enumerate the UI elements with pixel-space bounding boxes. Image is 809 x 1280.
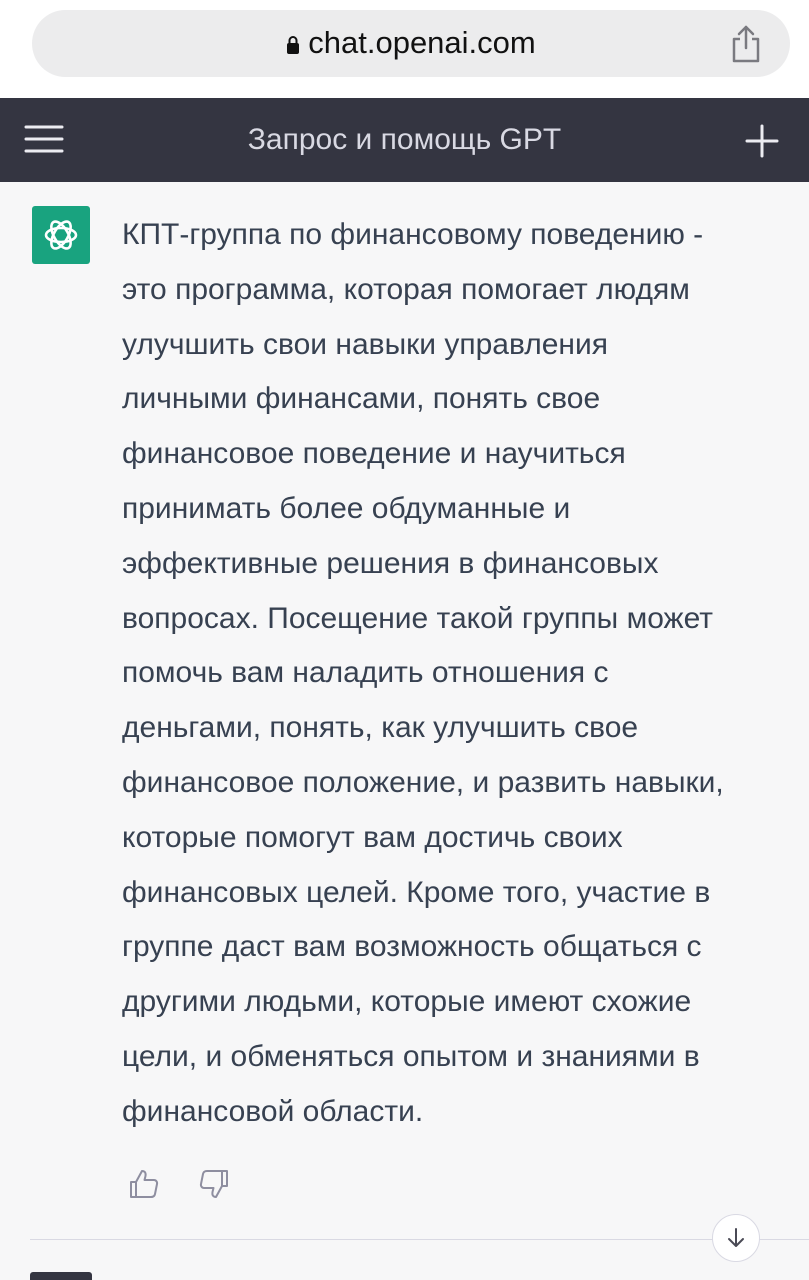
chat-title: Запрос и помощь GPT (247, 123, 562, 156)
openai-logo-icon (32, 206, 90, 264)
url-text: chat.openai.com (308, 25, 536, 60)
openai-logo-graphic (44, 220, 78, 250)
scroll-to-bottom-button[interactable] (712, 1214, 760, 1262)
address-bar-content: chat.openai.com (32, 10, 790, 77)
browser-toolbar: chat.openai.com (0, 0, 809, 98)
chat-header: Запрос и помощь GPT (0, 98, 809, 182)
thumbs-down-icon[interactable] (198, 1168, 230, 1200)
plus-icon[interactable] (745, 124, 779, 158)
assistant-message: КПТ-группа по финансовому поведению - эт… (0, 182, 809, 1242)
arrow-down-icon (728, 1228, 744, 1247)
thumbs-up-icon[interactable] (128, 1168, 160, 1200)
feedback-buttons (128, 1168, 248, 1208)
input-area-edge (30, 1272, 92, 1280)
screen: chat.openai.com Запрос и помощь GPT КПТ-… (0, 0, 809, 1280)
lock-icon (287, 36, 300, 54)
share-icon[interactable] (728, 24, 764, 64)
address-bar[interactable]: chat.openai.com (32, 10, 790, 77)
input-divider (30, 1239, 809, 1240)
message-text: КПТ-группа по финансовому поведению - эт… (122, 218, 724, 1128)
